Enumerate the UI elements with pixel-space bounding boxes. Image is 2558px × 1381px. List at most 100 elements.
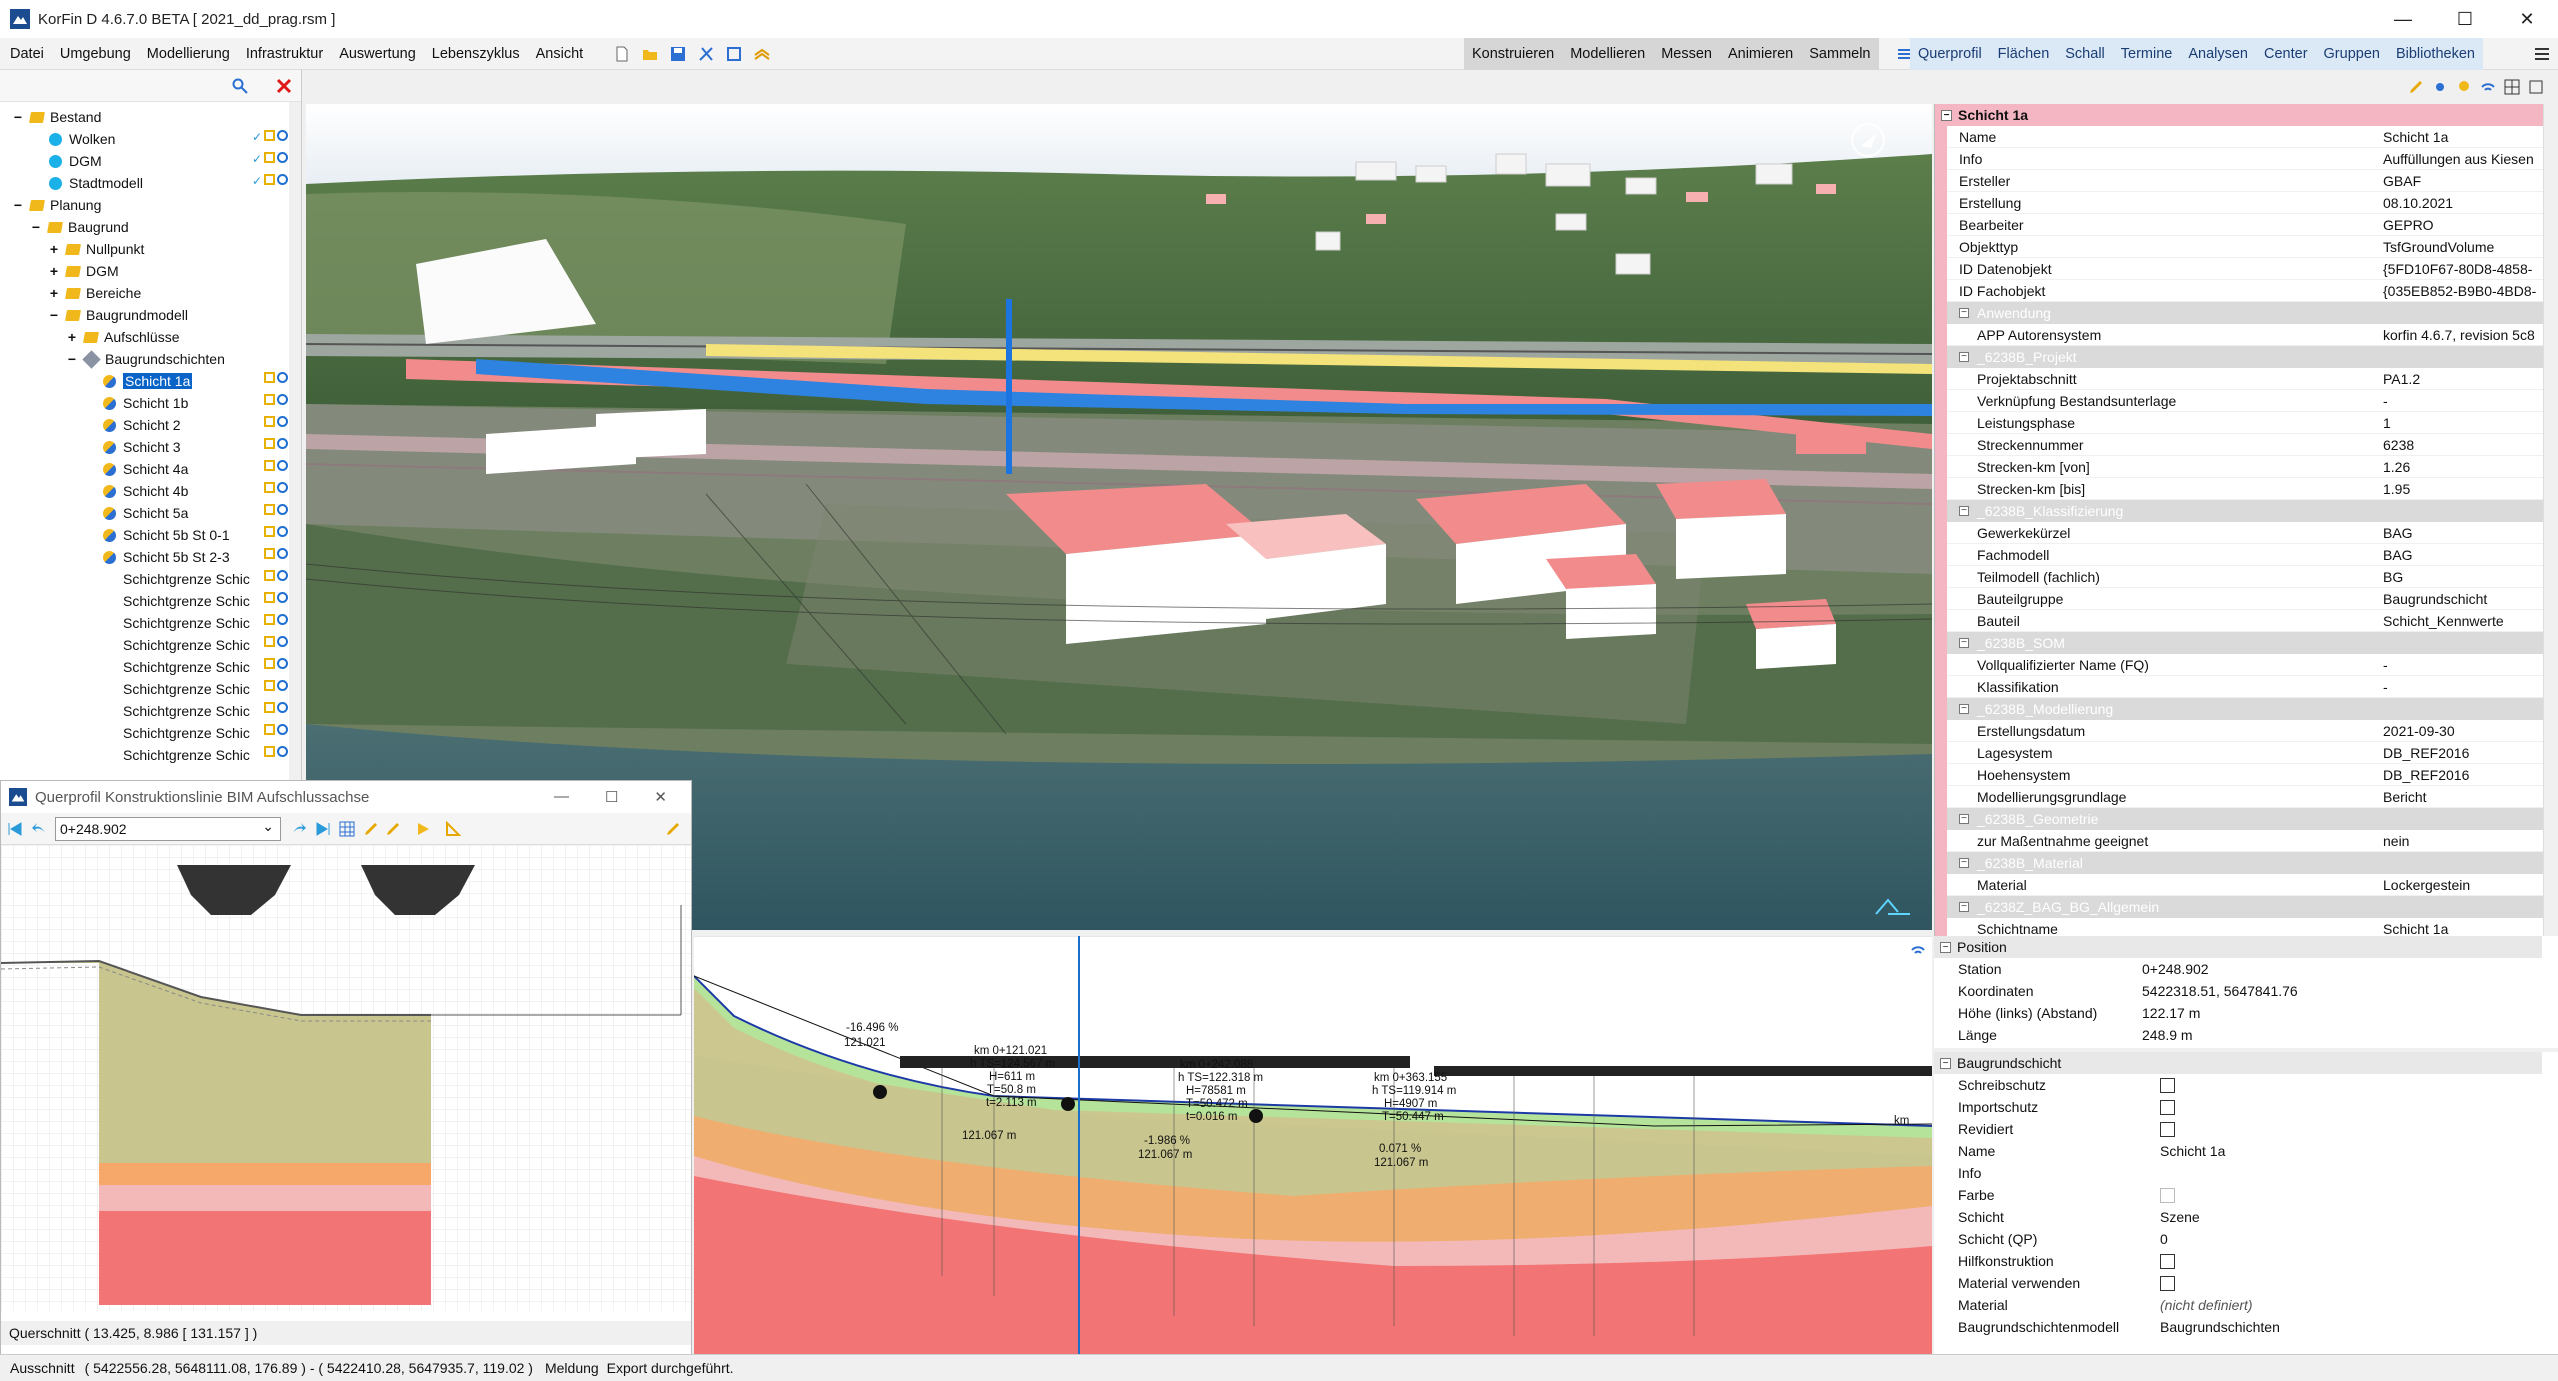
visibility-box-icon[interactable]	[264, 658, 275, 669]
expander-icon[interactable]: −	[12, 109, 24, 125]
check-icon[interactable]: ✓	[252, 130, 262, 144]
checkbox[interactable]	[2160, 1121, 2175, 1137]
tree-item[interactable]: Schichtgrenze Schic	[84, 568, 250, 590]
bulb-icon[interactable]	[2456, 79, 2472, 95]
property-value[interactable]: BAG	[2383, 525, 2543, 541]
property-row[interactable]: Klassifikation -	[1935, 676, 2543, 698]
back-icon[interactable]	[31, 821, 47, 837]
tree-item[interactable]: + Nullpunkt	[48, 238, 144, 260]
tree-item[interactable]: Schichtgrenze Schic	[84, 656, 250, 678]
search-icon[interactable]	[232, 78, 248, 94]
property-row[interactable]: Schichtname Schicht 1a	[1935, 918, 2543, 937]
property-value[interactable]: DB_REF2016	[2383, 767, 2543, 783]
menu-infrastruktur[interactable]: Infrastruktur	[238, 46, 331, 62]
tree-item-label[interactable]: Wolken	[69, 131, 115, 147]
tree-scrollbar[interactable]	[289, 102, 301, 780]
baugrund-value[interactable]: Schicht 1a	[2160, 1143, 2460, 1159]
wifi-icon[interactable]	[2480, 79, 2496, 95]
zoom-icon[interactable]	[277, 614, 288, 625]
menu-umgebung[interactable]: Umgebung	[52, 46, 139, 62]
tree-item[interactable]: Schicht 1a	[84, 370, 193, 392]
property-row[interactable]: Material Lockergestein	[1935, 874, 2543, 896]
property-row[interactable]: Vollqualifizierter Name (FQ) -	[1935, 654, 2543, 676]
zoom-icon[interactable]	[277, 680, 288, 691]
collapse-icon[interactable]: −	[1959, 704, 1969, 714]
tree-item-label[interactable]: Schichtgrenze Schic	[123, 615, 250, 631]
tree-item-label[interactable]: Nullpunkt	[86, 241, 144, 257]
export-icon[interactable]	[726, 46, 742, 62]
menu-hamburger[interactable]	[2530, 38, 2554, 70]
qp-maximize-button[interactable]: ☐	[605, 788, 618, 806]
property-row[interactable]: Fachmodell BAG	[1935, 544, 2543, 566]
tree-item-label[interactable]: Schicht 4a	[123, 461, 188, 477]
qp-minimize-button[interactable]: —	[554, 788, 569, 806]
mode-konstruieren[interactable]: Konstruieren	[1464, 46, 1562, 62]
property-row[interactable]: Teilmodell (fachlich) BG	[1935, 566, 2543, 588]
expander-icon[interactable]: −	[30, 219, 42, 235]
property-row[interactable]: Name Schicht 1a	[1935, 126, 2543, 148]
visibility-box-icon[interactable]	[264, 724, 275, 735]
tree-item-label[interactable]: Aufschlüsse	[104, 329, 179, 345]
tab-querprofil[interactable]: Querprofil	[1910, 46, 1990, 62]
tree-item[interactable]: + Bereiche	[48, 282, 141, 304]
property-category[interactable]: − _6238B_SOM	[1935, 632, 2543, 654]
tree-item[interactable]: + DGM	[48, 260, 119, 282]
tab-termine[interactable]: Termine	[2113, 46, 2181, 62]
zoom-icon[interactable]	[277, 504, 288, 515]
draw-icon[interactable]	[363, 821, 379, 837]
property-category[interactable]: − _6238B_Projekt	[1935, 346, 2543, 368]
tree-item-label[interactable]: Schichtgrenze Schic	[123, 681, 250, 697]
property-value[interactable]: {5FD10F67-80D8-4858-	[2383, 261, 2543, 277]
hamburger-icon[interactable]	[2534, 46, 2550, 62]
property-value[interactable]: -	[2383, 393, 2543, 409]
property-category[interactable]: − _6238Z_BAG_BG_Allgemein	[1935, 896, 2543, 918]
position-value[interactable]: 0+248.902	[2142, 961, 2442, 977]
delete-icon[interactable]	[276, 78, 292, 94]
property-category[interactable]: − _6238B_Klassifizierung	[1935, 500, 2543, 522]
mode-animieren[interactable]: Animieren	[1720, 46, 1801, 62]
position-value[interactable]: 5422318.51, 5647841.76	[2142, 983, 2442, 999]
tree-item-label[interactable]: Schicht 3	[123, 439, 181, 455]
measure-icon[interactable]	[445, 820, 461, 837]
tree-item-label[interactable]: Schicht 4b	[123, 483, 188, 499]
property-value[interactable]: 2021-09-30	[2383, 723, 2543, 739]
tree-item[interactable]: − Baugrund	[30, 216, 129, 238]
property-value[interactable]: 08.10.2021	[2383, 195, 2543, 211]
tree-item-label[interactable]: Baugrund	[68, 219, 129, 235]
tree-item-label[interactable]: Schichtgrenze Schic	[123, 659, 250, 675]
tree-item-label[interactable]: Schichtgrenze Schic	[123, 725, 250, 741]
property-value[interactable]: GBAF	[2383, 173, 2543, 189]
zoom-icon[interactable]	[277, 130, 289, 141]
signal-icon[interactable]	[1910, 942, 1926, 958]
pin-icon[interactable]	[665, 821, 681, 837]
tree-item-label[interactable]: Bereiche	[86, 285, 141, 301]
collapse-icon[interactable]: −	[1959, 308, 1969, 318]
mode-messen[interactable]: Messen	[1653, 46, 1720, 62]
checkbox[interactable]	[2160, 1253, 2175, 1269]
zoom-icon[interactable]	[277, 372, 288, 383]
property-value[interactable]: -	[2383, 679, 2543, 695]
visibility-box-icon[interactable]	[264, 636, 275, 647]
tree-item-label[interactable]: Bestand	[50, 109, 101, 125]
tab-analysen[interactable]: Analysen	[2180, 46, 2256, 62]
property-row[interactable]: Projektabschnitt PA1.2	[1935, 368, 2543, 390]
property-row[interactable]: Strecken-km [bis] 1.95	[1935, 478, 2543, 500]
visibility-box-icon[interactable]	[264, 746, 275, 757]
baugrund-value[interactable]: (nicht definiert)	[2160, 1297, 2460, 1313]
tree-item[interactable]: Schichtgrenze Schic	[84, 634, 250, 656]
property-value[interactable]: 1	[2383, 415, 2543, 431]
zoom-icon[interactable]	[277, 438, 288, 449]
visibility-box-icon[interactable]	[264, 416, 275, 427]
property-row[interactable]: zur Maßentnahme geeignet nein	[1935, 830, 2543, 852]
tree-item-label[interactable]: Schicht 5a	[123, 505, 188, 521]
tree-item[interactable]: − Baugrundmodell	[48, 304, 188, 326]
zoom-icon[interactable]	[277, 570, 288, 581]
zoom-icon[interactable]	[277, 174, 289, 185]
property-row[interactable]: ID Fachobjekt {035EB852-B9B0-4BD8-	[1935, 280, 2543, 302]
visibility-box-icon[interactable]	[264, 482, 275, 493]
tree-item-label[interactable]: Baugrundschichten	[105, 351, 225, 367]
edit-icon[interactable]	[385, 821, 401, 837]
cross-section-canvas[interactable]	[1, 845, 691, 1311]
checkbox[interactable]	[2160, 1099, 2175, 1115]
zoom-icon[interactable]	[277, 702, 288, 713]
